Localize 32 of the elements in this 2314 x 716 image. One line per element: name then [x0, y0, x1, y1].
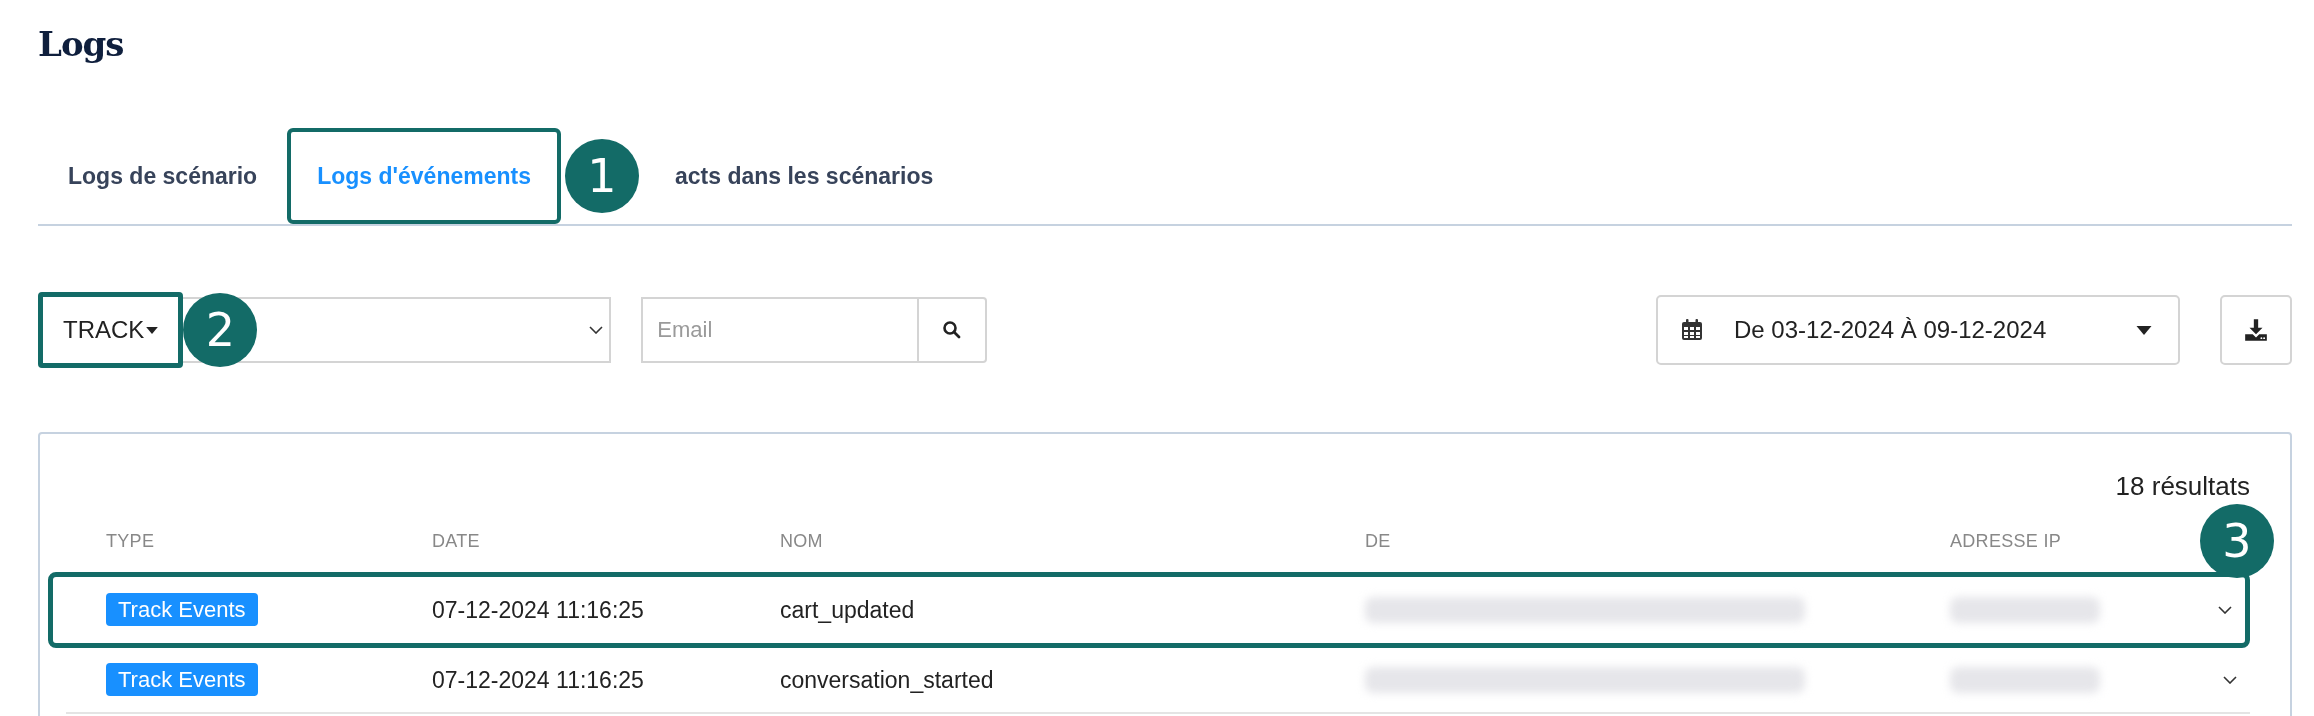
download-icon	[2243, 317, 2269, 343]
date-range-picker[interactable]: De 03-12-2024 À 09-12-2024	[1656, 295, 2180, 365]
page-title: Logs	[38, 23, 125, 66]
type-dropdown-button[interactable]: TRACK	[38, 292, 184, 368]
date-range-text: De 03-12-2024 À 09-12-2024	[1734, 316, 2048, 344]
chevron-down-icon[interactable]	[2218, 606, 2232, 614]
chevron-down-icon	[589, 326, 604, 334]
caret-icon	[2136, 325, 2152, 335]
calendar-icon	[1680, 318, 1704, 342]
type-tag: Track Events	[106, 663, 258, 696]
chevron-down-icon[interactable]	[2223, 676, 2237, 684]
column-header: TYPE	[106, 530, 156, 552]
callout-number: 3	[2200, 504, 2274, 578]
callout-number: 1	[565, 139, 639, 213]
download-button[interactable]	[2220, 295, 2292, 365]
table-cell-text: 07-12-2024 11:16:25	[432, 666, 645, 694]
callout-number: 2	[183, 293, 258, 367]
column-header: DATE	[432, 530, 481, 552]
table-cell-text: cart_updated	[780, 596, 916, 624]
column-header: ADRESSE IP	[1950, 530, 2063, 552]
column-header: NOM	[780, 530, 824, 552]
table-cell-text: 07-12-2024 11:16:25	[432, 596, 645, 624]
results-count: 18 résultats	[2114, 470, 2250, 503]
type-tag: Track Events	[106, 593, 258, 626]
column-header: DE	[1365, 530, 1392, 552]
log-row[interactable]: Track Events 07-12-2024 11:16:25 conversation_started	[66, 648, 2250, 714]
table-cell-text: conversation_started	[780, 666, 995, 694]
search-button[interactable]	[919, 297, 988, 363]
email-field[interactable]: Email	[641, 297, 920, 363]
search-icon	[942, 320, 963, 340]
log-row[interactable]: Track Events 07-12-2024 11:16:25 cart_updated	[48, 572, 2250, 648]
caret-icon	[146, 326, 159, 334]
